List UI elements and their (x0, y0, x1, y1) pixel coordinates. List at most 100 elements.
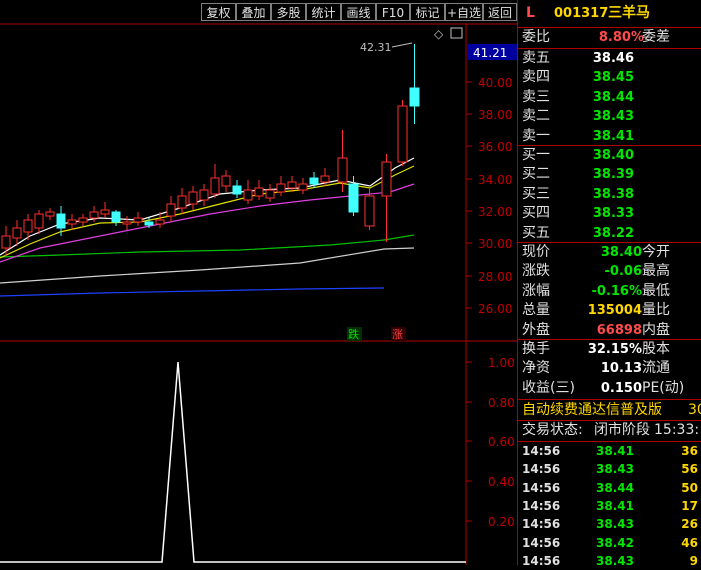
tick-row: 14:56 38.41 17 (522, 497, 701, 515)
f10-button[interactable]: F10 (376, 3, 410, 21)
tick-volume: 56 (681, 462, 698, 477)
ask-row: 卖二 38.43 (522, 107, 701, 126)
finance-value: 10.13 (600, 361, 642, 377)
ask-price: 38.43 (592, 109, 634, 125)
finance-value: 32.15% (587, 342, 642, 357)
stat-value: 135004 (587, 303, 642, 319)
candle-body (287, 181, 297, 189)
window-icon[interactable] (450, 27, 463, 39)
diamond-icon[interactable]: ◇ (434, 27, 444, 41)
bid-row: 买五 38.22 (522, 224, 701, 243)
candle-body (221, 175, 231, 187)
candle-body (133, 217, 143, 223)
add-favorite-button[interactable]: +自选 (445, 3, 483, 21)
price-tick: 36.00 (478, 140, 512, 154)
candle-body (265, 189, 275, 199)
finance-label: 净资 (522, 360, 550, 377)
candle-body (320, 175, 330, 183)
stock-header: L 001317 三羊马 (522, 4, 701, 23)
multi-stock-button[interactable]: 多股 (271, 3, 306, 21)
finance-label: 换手 (522, 341, 550, 357)
price-axis: 41.21 40.00 38.00 36.00 34.00 32.00 30.0… (466, 44, 517, 316)
back-button[interactable]: 返回 (483, 3, 517, 21)
tick-price: 38.43 (596, 517, 634, 532)
ask-price: 38.41 (592, 128, 634, 144)
price-tick: 40.00 (478, 76, 512, 90)
candle-body (177, 195, 187, 209)
statistics-button[interactable]: 统计 (306, 3, 341, 21)
overlay-button[interactable]: 叠加 (236, 3, 271, 21)
candle-body (276, 183, 286, 193)
candle-body (298, 183, 308, 191)
ask-row: 卖五 38.46 (522, 49, 701, 68)
stat-right-label: 最高 (642, 263, 670, 280)
candle-body (232, 185, 242, 195)
candle-body (89, 211, 99, 219)
ask-row: 卖三 38.44 (522, 88, 701, 107)
weibi-row: 委比 8.80% 委差 (522, 28, 701, 47)
toolbar: 复权 叠加 多股 统计 画线 F10 标记 +自选 返回 (0, 0, 517, 24)
candle-body (144, 221, 154, 226)
candle-body (78, 217, 88, 223)
divider (518, 399, 701, 400)
candle-body (155, 219, 165, 225)
promo-tail: 30 (688, 402, 701, 418)
fuquan-button[interactable]: 复权 (201, 3, 236, 21)
stat-row: 现价 38.40 今开 (522, 243, 701, 262)
tick-volume: 50 (681, 480, 698, 495)
status-time: 15:33: (654, 422, 700, 438)
weicha-label: 委差 (642, 29, 670, 45)
candle-body (12, 227, 22, 239)
high-price-label: 42.31 (360, 41, 392, 54)
quote-panel: L 001317 三羊马 委比 8.80% 委差 卖五 38.46 卖四 38.45 卖… (517, 0, 701, 568)
up-signal-label: 涨 (392, 328, 403, 341)
candle-body (1, 235, 11, 249)
ma-line-green (0, 234, 415, 258)
candle-body (56, 213, 66, 229)
candle-body (199, 189, 209, 201)
stock-marker: L (526, 5, 535, 21)
finance-row: 收益(三) 0.150 PE(动) (522, 379, 701, 398)
tick-row: 14:56 38.44 50 (522, 479, 701, 497)
indicator-tick: 0.20 (488, 515, 515, 529)
finance-row: 换手 32.15% 股本 (522, 340, 701, 359)
kline-chart[interactable]: 41.21 40.00 38.00 36.00 34.00 32.00 30.0… (0, 0, 517, 565)
price-tick: 26.00 (478, 302, 512, 316)
candles (1, 44, 420, 256)
price-tick: 41.21 (473, 46, 507, 60)
ask-price: 38.45 (592, 70, 634, 86)
candle-body (67, 219, 77, 225)
tick-price: 38.41 (596, 498, 634, 513)
tick-volume: 36 (681, 444, 698, 458)
draw-line-button[interactable]: 画线 (341, 3, 376, 21)
stat-right-label: 量比 (642, 302, 670, 319)
candle-body (364, 195, 375, 227)
weibi-value: 8.80% (598, 30, 644, 45)
ask-label: 卖三 (522, 88, 550, 105)
mark-button[interactable]: 标记 (410, 3, 445, 21)
bid-label: 买五 (522, 224, 550, 241)
stat-row: 总量 135004 量比 (522, 301, 701, 320)
tick-price: 38.43 (596, 462, 634, 477)
price-tick: 38.00 (478, 108, 512, 122)
bid-label: 买一 (522, 147, 550, 163)
bid-label: 买四 (522, 205, 550, 222)
candle-body (348, 183, 359, 213)
tick-price: 38.41 (596, 444, 634, 458)
candle-body (100, 209, 110, 215)
tick-row: 14:56 38.43 9 (522, 552, 701, 570)
tick-time: 14:56 (522, 517, 561, 532)
tick-time: 14:56 (522, 444, 561, 458)
weibi-label: 委比 (522, 29, 550, 45)
candle-body (210, 177, 220, 195)
finance-value: 0.150 (600, 380, 642, 396)
promo-notice[interactable]: 自动续费通达信普及版 30 (522, 401, 701, 420)
promo-text[interactable]: 自动续费通达信普及版 (522, 401, 662, 420)
stat-value: 38.40 (600, 245, 642, 260)
candle-body (337, 157, 348, 183)
tick-price: 38.43 (596, 553, 634, 568)
stat-value: -0.06 (604, 264, 642, 280)
tick-row: 14:56 38.43 26 (522, 515, 701, 533)
bid-label: 买二 (522, 166, 550, 183)
candle-body (23, 219, 33, 233)
